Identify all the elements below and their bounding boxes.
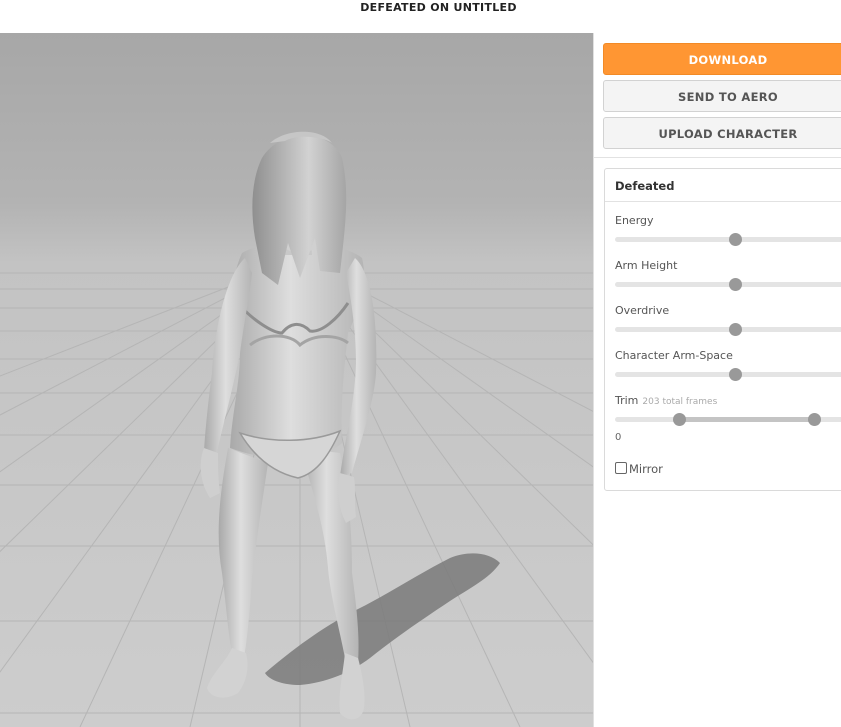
trim-start-value: 0	[615, 432, 622, 443]
character-arm-space-slider[interactable]	[615, 368, 841, 381]
overdrive-slider-thumb[interactable]	[728, 323, 742, 336]
animation-title: Defeated	[615, 179, 675, 193]
send-to-aero-button[interactable]: SEND TO AERO	[603, 80, 841, 112]
character-preview	[0, 131, 593, 727]
card-header: Defeated	[605, 169, 841, 202]
character-arm-space-slider-thumb[interactable]	[728, 368, 742, 381]
mirror-option[interactable]: Mirror	[615, 462, 663, 476]
arm-height-slider-thumb[interactable]	[728, 278, 742, 291]
animation-settings-card: Defeated Energy Arm Height Overdrive Cha…	[604, 168, 841, 491]
trim-frame-count: 203 total frames	[642, 397, 718, 407]
overdrive-slider[interactable]	[615, 323, 841, 336]
trim-label: Trim 203 total frames	[615, 394, 717, 407]
arm-height-label: Arm Height	[615, 259, 678, 272]
3d-viewport[interactable]	[0, 33, 593, 727]
energy-slider-thumb[interactable]	[728, 233, 742, 246]
mirror-label: Mirror	[629, 462, 663, 476]
energy-slider[interactable]	[615, 233, 841, 246]
top-bar: DEFEATED ON UNTITLED	[0, 0, 841, 33]
trim-range-fill	[679, 417, 815, 422]
trim-label-text: Trim	[615, 394, 639, 407]
trim-start-thumb[interactable]	[673, 413, 687, 426]
mirror-checkbox[interactable]	[615, 462, 627, 474]
arm-height-slider[interactable]	[615, 278, 841, 291]
overdrive-label: Overdrive	[615, 304, 670, 317]
page-title: DEFEATED ON UNTITLED	[360, 1, 517, 14]
trim-end-thumb[interactable]	[807, 413, 821, 426]
character-arm-space-label: Character Arm-Space	[615, 349, 733, 362]
upload-character-button[interactable]: UPLOAD CHARACTER	[603, 117, 841, 149]
energy-label: Energy	[615, 214, 654, 227]
download-button[interactable]: DOWNLOAD	[603, 43, 841, 75]
side-panel: DOWNLOAD SEND TO AERO UPLOAD CHARACTER D…	[594, 33, 841, 727]
trim-range-slider[interactable]	[615, 413, 841, 426]
panel-separator	[594, 157, 841, 158]
